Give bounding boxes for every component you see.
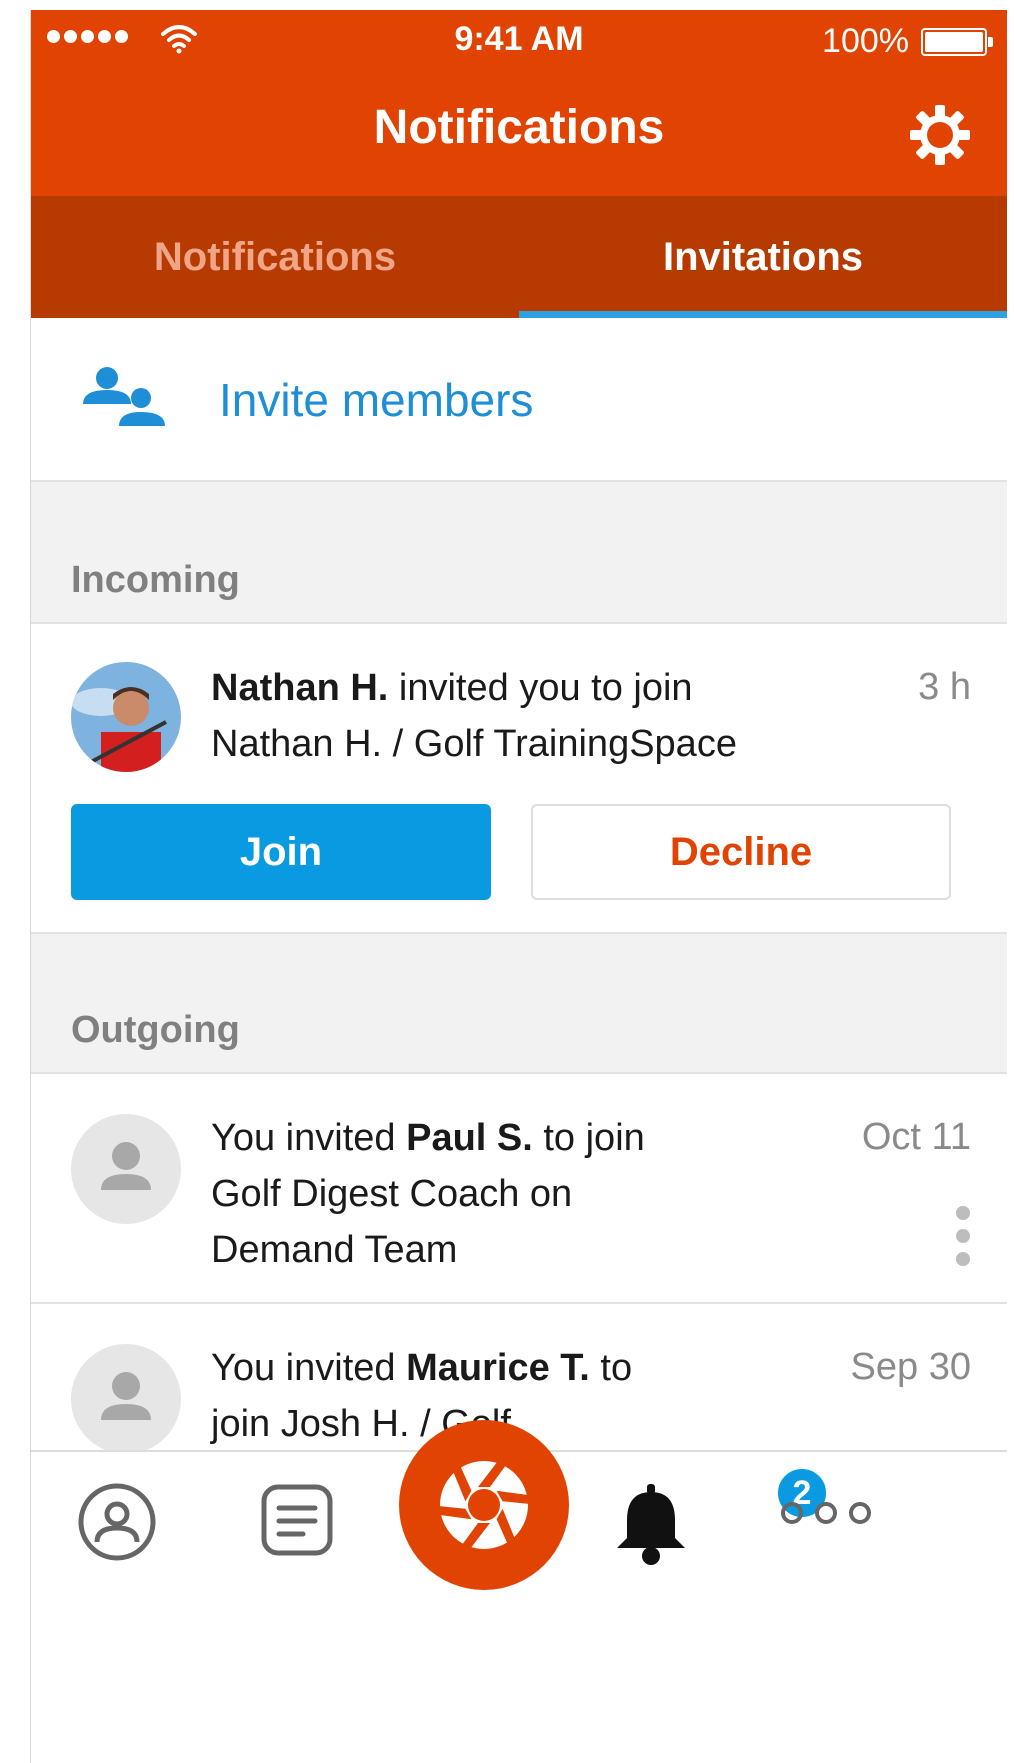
battery-percentage: 100% bbox=[822, 22, 909, 60]
incoming-invitation-card: Nathan H. invited you to join Nathan H. … bbox=[31, 624, 1007, 934]
message-prefix: You invited bbox=[211, 1347, 407, 1389]
tab-invitations[interactable]: Invitations bbox=[519, 196, 1007, 318]
outgoing-message-line2: Golf Digest Coach on bbox=[211, 1173, 573, 1215]
message-prefix: You invited bbox=[211, 1117, 407, 1159]
message-suffix: to bbox=[589, 1347, 633, 1389]
outgoing-date: Oct 11 bbox=[861, 1116, 971, 1158]
inviter-name: Nathan H. bbox=[211, 667, 389, 709]
incoming-header-label: Incoming bbox=[71, 559, 240, 601]
outgoing-invitation-item[interactable]: You invited Paul S. to join Golf Digest … bbox=[31, 1074, 1007, 1304]
join-button[interactable]: Join bbox=[71, 804, 491, 900]
tab-notifications[interactable]: Notifications bbox=[31, 196, 519, 318]
incoming-message-line1: Nathan H. invited you to join bbox=[211, 660, 693, 716]
page-title: Notifications bbox=[373, 101, 665, 154]
incoming-space-name: Nathan H. / Golf TrainingSpace bbox=[211, 723, 737, 765]
invitee-name: Paul S. bbox=[406, 1117, 533, 1159]
capture-button[interactable] bbox=[399, 1420, 569, 1590]
feed-tab-icon[interactable] bbox=[259, 1482, 335, 1558]
navigation-bar: Notifications bbox=[31, 70, 1007, 196]
notifications-bell-icon[interactable] bbox=[611, 1484, 691, 1570]
incoming-message-text: invited you to join bbox=[388, 667, 693, 709]
profile-tab-icon[interactable] bbox=[73, 1482, 161, 1562]
avatar-placeholder bbox=[71, 1114, 181, 1224]
incoming-timestamp: 3 h bbox=[918, 666, 971, 708]
invitee-name: Maurice T. bbox=[406, 1347, 590, 1389]
incoming-section-header: Incoming bbox=[31, 482, 1007, 624]
app-screen: 9:41 AM 100% Notifications Notifications… bbox=[30, 10, 1007, 1763]
outgoing-date: Sep 30 bbox=[850, 1346, 971, 1388]
more-options-icon[interactable] bbox=[953, 1206, 973, 1270]
battery-icon bbox=[921, 28, 993, 56]
message-suffix: to join bbox=[532, 1117, 645, 1159]
add-members-icon bbox=[83, 367, 165, 426]
outgoing-header-label: Outgoing bbox=[71, 1009, 240, 1051]
more-tab-icon[interactable] bbox=[779, 1500, 873, 1526]
outgoing-message-line1: You invited Paul S. to join bbox=[211, 1110, 645, 1166]
person-icon bbox=[101, 1142, 151, 1190]
segmented-tabs: Notifications Invitations bbox=[31, 196, 1007, 318]
settings-gear-icon[interactable] bbox=[905, 100, 975, 170]
avatar bbox=[71, 662, 181, 772]
outgoing-message-line1: You invited Maurice T. to bbox=[211, 1340, 632, 1396]
camera-shutter-icon bbox=[438, 1461, 530, 1549]
decline-button[interactable]: Decline bbox=[531, 804, 951, 900]
outgoing-section-header: Outgoing bbox=[31, 934, 1007, 1074]
person-icon bbox=[101, 1372, 151, 1420]
outgoing-message-line3: Demand Team bbox=[211, 1229, 458, 1271]
avatar-placeholder bbox=[71, 1344, 181, 1454]
invite-members-row[interactable]: Invite members bbox=[31, 318, 1007, 482]
invite-members-label: Invite members bbox=[219, 374, 534, 426]
status-bar: 9:41 AM 100% bbox=[31, 10, 1007, 70]
